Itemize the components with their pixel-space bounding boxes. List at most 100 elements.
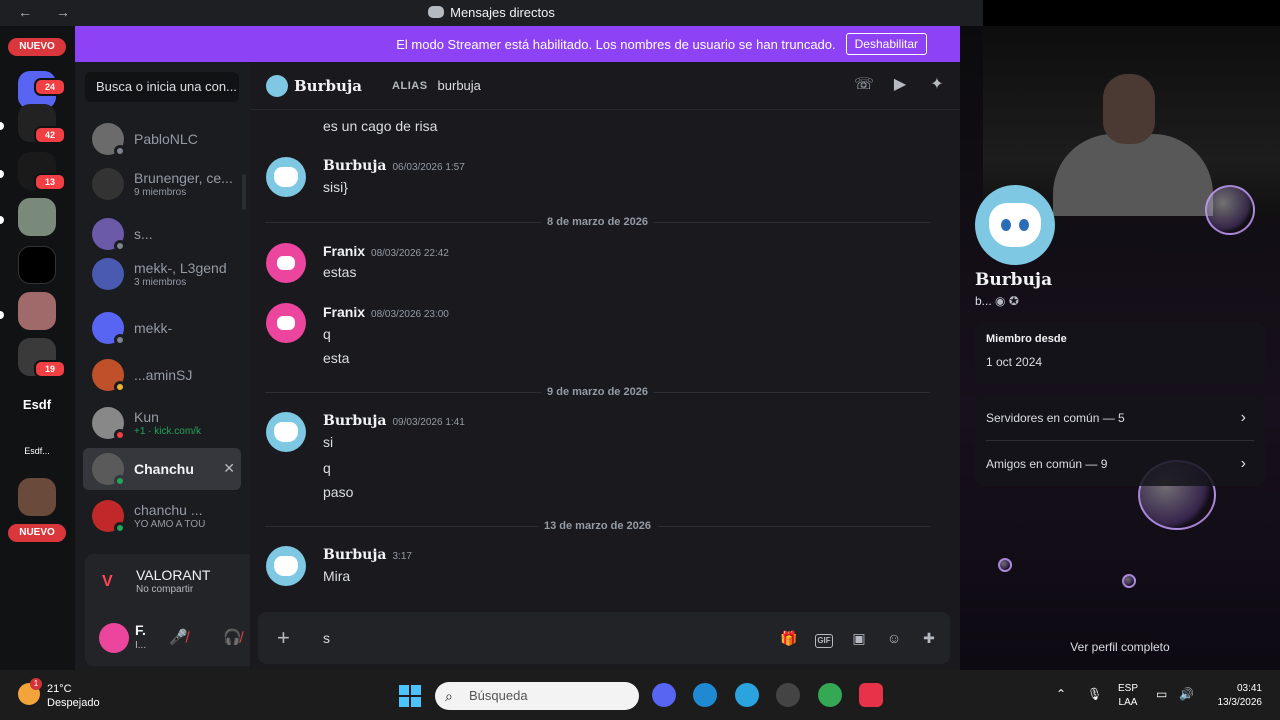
message-text: es un cago de risa <box>323 118 438 134</box>
group-avatar <box>92 168 124 200</box>
message-author[interactable]: Franix 08/03/2026 23:00 <box>323 304 449 320</box>
server-badge: 24 <box>34 78 66 96</box>
deafen-icon[interactable]: 🎧̸ <box>223 628 242 646</box>
dm-group-item[interactable]: mekk-, L3gend 3 miembros <box>83 253 241 295</box>
discord-taskbar-icon[interactable] <box>652 683 676 707</box>
message-input[interactable]: + s 🎁 GIF ▣ ☺ ✚ <box>258 612 950 664</box>
profile-avatar[interactable] <box>975 185 1055 265</box>
message-input-value[interactable]: s <box>323 630 330 646</box>
disable-streamer-button[interactable]: Deshabilitar <box>845 33 927 55</box>
dm-item[interactable]: Kun +1 · kick.com/k <box>83 402 241 444</box>
network-icon[interactable]: ▭ <box>1156 687 1167 701</box>
search-icon: ⌕ <box>445 688 453 704</box>
start-icon[interactable] <box>399 685 421 707</box>
dm-item[interactable]: ...aminSJ <box>83 354 241 396</box>
dm-item[interactable]: PabloNLC <box>83 118 241 160</box>
app-icon[interactable] <box>776 683 800 707</box>
date-divider-label: 13 de marzo de 2026 <box>537 520 658 532</box>
message-author[interactable]: Franix 08/03/2026 22:42 <box>323 243 449 259</box>
dm-item[interactable]: chanchu ... YO AMO A TOU <box>83 495 241 537</box>
telegram-icon[interactable] <box>735 683 759 707</box>
volume-icon[interactable]: 🔊 <box>1179 687 1194 701</box>
server-avatar[interactable] <box>18 198 56 236</box>
taskbar-search[interactable]: ⌕ Búsqueda <box>435 682 639 710</box>
message-author[interactable]: Burbuja 3:17 <box>323 547 412 563</box>
message-avatar[interactable] <box>266 546 306 586</box>
dm-sidebar: Busca o inicia una con... PabloNLC Brune… <box>75 62 313 670</box>
author-name: Burbuja <box>323 547 387 563</box>
message-text: q <box>323 326 331 342</box>
message-text: q <box>323 460 331 476</box>
message-text: sisi} <box>323 179 348 195</box>
webcam-person-body <box>1053 134 1213 216</box>
valorant-taskbar-icon[interactable] <box>859 683 883 707</box>
edge-icon[interactable] <box>693 683 717 707</box>
profile-username-text: b... <box>975 294 992 308</box>
scrollbar[interactable] <box>242 174 246 210</box>
timestamp: 09/03/2026 1:41 <box>392 417 465 428</box>
message-author[interactable]: Burbuja 06/03/2026 1:57 <box>323 158 465 174</box>
message-avatar[interactable] <box>266 157 306 197</box>
dm-name: chanchu ... <box>134 501 203 518</box>
dm-name: s... <box>134 225 153 242</box>
chevron-up-icon[interactable]: ⌃ <box>1056 687 1066 701</box>
clock[interactable]: 03:41 13/3/2026 <box>1208 682 1263 710</box>
emoji-icon[interactable]: ☺ <box>885 629 903 647</box>
bubble-decoration <box>1122 574 1136 588</box>
profile-username: b... ◉ ✪ <box>975 294 1019 308</box>
window-title-text: Mensajes directos <box>450 5 555 20</box>
unread-pill <box>0 311 4 319</box>
user-avatar[interactable] <box>99 623 129 653</box>
server-face[interactable] <box>18 478 56 516</box>
voice-call-icon[interactable]: ☏ <box>854 76 874 94</box>
message-list: es un cago de risa Burbuja 06/03/2026 1:5… <box>250 110 960 610</box>
clock-time: 03:41 <box>1236 683 1262 694</box>
message-avatar[interactable] <box>266 243 306 283</box>
gif-icon[interactable]: GIF <box>815 634 833 648</box>
language-indicator[interactable]: ESP LAA <box>1118 682 1138 710</box>
new-badge: NUEVO <box>8 524 66 542</box>
group-avatar <box>92 258 124 290</box>
game-name: VALORANT <box>136 567 211 583</box>
server-esdf-folder[interactable]: Esdf... <box>18 432 56 470</box>
server-image[interactable] <box>18 292 56 330</box>
close-dm-icon[interactable]: ✕ <box>223 460 235 477</box>
server-esdf[interactable]: Esdf <box>18 385 56 423</box>
gift-icon[interactable]: 🎁 <box>780 629 798 647</box>
server-rail: NUEVO 24 42 13 19 Esdf Esdf... NUEVO <box>0 26 75 670</box>
status-online <box>114 475 126 487</box>
message-avatar[interactable] <box>266 412 306 452</box>
search-input[interactable]: Busca o inicia una con... <box>85 72 239 102</box>
unread-pill <box>0 170 4 178</box>
view-full-profile-link[interactable]: Ver perfil completo <box>960 640 1280 654</box>
title-bar: ← → Mensajes directos <box>0 0 983 26</box>
dm-item[interactable]: s... <box>83 213 241 255</box>
status-idle <box>114 381 126 393</box>
apps-icon[interactable]: ✚ <box>920 629 938 647</box>
pin-icon[interactable]: ✦ <box>928 76 946 94</box>
mutual-friends-row[interactable]: Amigos en común — 9 › <box>986 455 1256 472</box>
dm-item-selected[interactable]: Chanchu ✕ <box>83 448 241 490</box>
avatar-eye <box>1001 219 1011 231</box>
weather-widget[interactable]: 21°C Despejado <box>47 682 100 710</box>
mute-mic-icon[interactable]: 🎤̸ <box>169 628 188 646</box>
server-nolimit[interactable] <box>18 246 56 284</box>
message-avatar[interactable] <box>266 303 306 343</box>
chrome-icon[interactable] <box>818 683 842 707</box>
attach-plus-icon[interactable]: + <box>277 625 290 651</box>
valorant-icon: V <box>102 573 113 590</box>
dm-item[interactable]: mekk- <box>83 307 241 349</box>
sticker-icon[interactable]: ▣ <box>850 629 868 647</box>
dm-name: ...aminSJ <box>134 366 193 383</box>
microphone-icon[interactable]: 🎙 <box>1087 687 1102 701</box>
lang-code: ESP <box>1118 683 1139 694</box>
video-call-icon[interactable]: ▶ <box>891 76 909 94</box>
date-divider: 8 de marzo de 2026 <box>265 216 930 228</box>
mutual-servers-row[interactable]: Servidores en común — 5 › <box>986 409 1256 426</box>
header-name[interactable]: Burbuja <box>294 77 362 95</box>
dm-name: Chanchu <box>134 460 194 477</box>
server-badge: 19 <box>34 360 66 378</box>
message-author[interactable]: Burbuja 09/03/2026 1:41 <box>323 413 465 429</box>
temperature: 21°C <box>47 683 72 695</box>
dm-group-item[interactable]: Brunenger, ce... 9 miembros <box>83 163 241 205</box>
